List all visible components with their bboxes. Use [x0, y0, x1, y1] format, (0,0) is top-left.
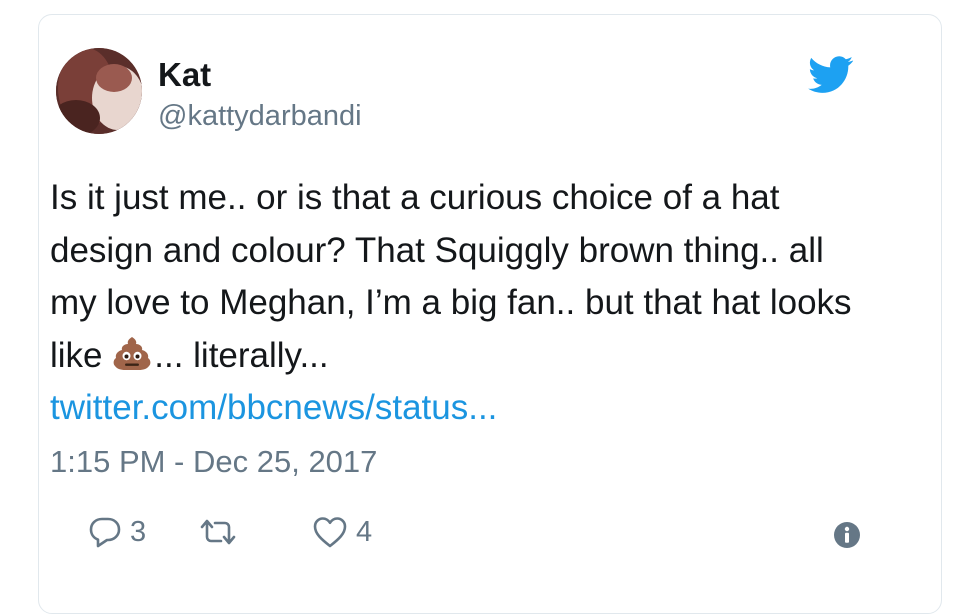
like-button[interactable]: 4 — [312, 510, 372, 554]
tweet-text: Is it just me.. or is that a curious cho… — [50, 172, 880, 435]
avatar[interactable] — [56, 48, 142, 134]
author-name[interactable]: Kat — [158, 56, 211, 94]
like-count: 4 — [356, 515, 373, 548]
reply-icon — [89, 517, 121, 548]
heart-icon — [313, 517, 347, 548]
tweet-text-part-2: ... literally... — [154, 335, 329, 375]
author-handle[interactable]: @kattydarbandi — [158, 99, 362, 133]
info-icon[interactable] — [832, 520, 862, 550]
retweet-icon — [200, 519, 236, 545]
pile-of-poo-emoji — [113, 336, 151, 370]
avatar-photo — [56, 48, 142, 134]
twitter-bird-icon[interactable] — [808, 56, 854, 94]
tweet-actions: 3 4 — [50, 510, 870, 554]
reply-count: 3 — [130, 515, 147, 548]
retweet-button[interactable] — [198, 510, 246, 554]
tweet-link[interactable]: twitter.com/bbcnews/status... — [50, 382, 880, 435]
reply-button[interactable]: 3 — [88, 510, 146, 554]
tweet-timestamp[interactable]: 1:15 PM - Dec 25, 2017 — [50, 442, 377, 482]
